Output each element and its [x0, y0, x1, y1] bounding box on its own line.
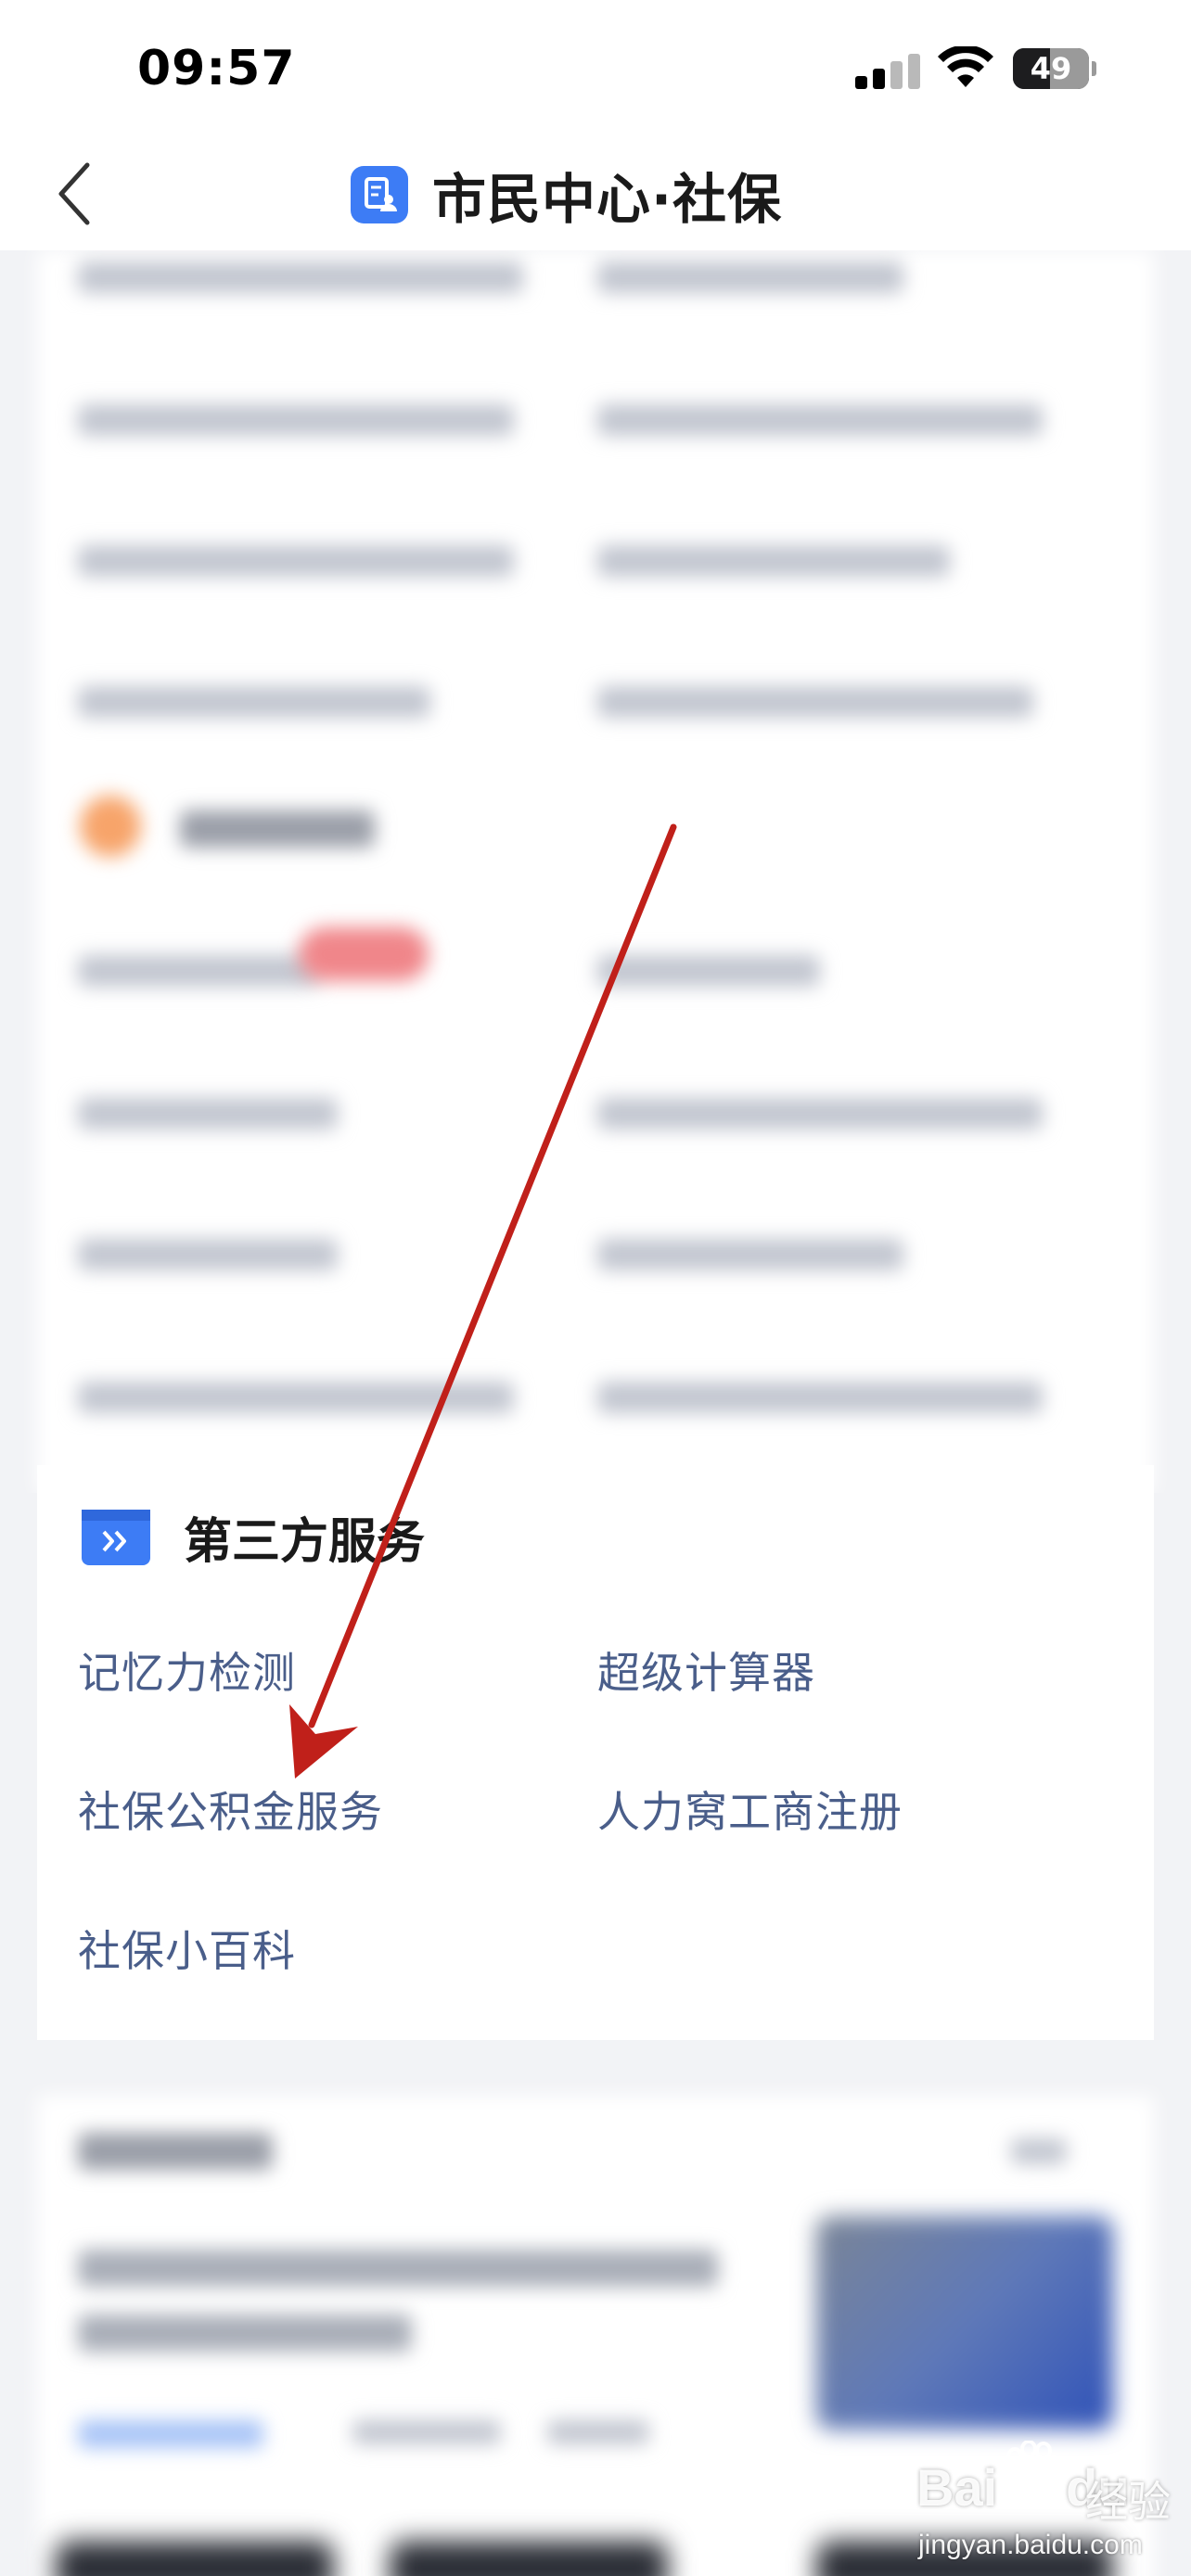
blurred-news-line: [78, 2250, 718, 2287]
forward-double-arrow-icon: [82, 1509, 150, 1565]
service-business-registration[interactable]: 人力窝工商注册: [597, 1779, 903, 1840]
status-bar: 09:57 49: [0, 0, 1191, 139]
service-super-calculator[interactable]: 超级计算器: [597, 1639, 815, 1701]
document-person-icon: [351, 166, 408, 223]
service-social-security-fund[interactable]: 社保公积金服务: [78, 1779, 383, 1840]
blurred-news-thumbnail: [816, 2216, 1113, 2429]
blurred-row: [597, 686, 1033, 718]
blurred-row: [78, 404, 514, 436]
nav-bar: 市民中心·社保: [0, 139, 1191, 250]
blurred-news-tag: [78, 2420, 263, 2448]
blurred-news-meta: [352, 2420, 501, 2444]
blurred-row: [597, 404, 1043, 436]
service-social-security-wiki[interactable]: 社保小百科: [78, 1918, 296, 1979]
blurred-row: [78, 261, 523, 293]
blurred-card: [37, 250, 1154, 1493]
cellular-signal-icon: [855, 54, 920, 89]
blurred-row: [78, 545, 514, 577]
blurred-row: [78, 1098, 338, 1129]
blurred-row: [597, 1382, 1043, 1413]
blurred-thumbnail: [56, 2541, 334, 2576]
blurred-heading: [78, 2133, 273, 2170]
battery-level: 49: [1030, 51, 1072, 86]
blurred-row: [597, 1098, 1043, 1129]
page-title-group: 市民中心·社保: [351, 156, 782, 234]
blurred-row: [78, 1382, 514, 1413]
blurred-row: [597, 545, 950, 577]
battery-icon: 49: [1013, 48, 1096, 89]
blurred-badge: [299, 927, 429, 981]
blurred-more: [1011, 2138, 1067, 2164]
blurred-row: [597, 261, 903, 293]
third-party-services-card: 第三方服务 记忆力检测 超级计算器 社保公积金服务 人力窝工商注册 社保小百科: [37, 1465, 1154, 2040]
page-title: 市民中心·社保: [432, 168, 783, 231]
blurred-row: [78, 955, 319, 987]
blurred-section-title: [180, 810, 375, 848]
blurred-content-area: [0, 250, 1191, 1493]
blurred-news-line: [78, 2315, 412, 2352]
section-header: 第三方服务: [82, 1502, 425, 1572]
blurred-row: [597, 1239, 903, 1270]
blurred-news-meta: [547, 2420, 649, 2444]
blurred-thumbnail: [390, 2541, 668, 2576]
blurred-row: [78, 1239, 338, 1270]
service-memory-test[interactable]: 记忆力检测: [78, 1639, 296, 1701]
chevron-left-icon[interactable]: [52, 159, 98, 228]
wifi-icon: [938, 46, 993, 87]
blurred-row: [597, 955, 820, 987]
status-time: 09:57: [137, 41, 296, 96]
baidu-jingyan-watermark: Bai du 经验 jingyan.baidu.com: [909, 2441, 1178, 2570]
section-title: 第三方服务: [184, 1514, 426, 1570]
paw-icon: [1006, 2441, 1061, 2496]
blurred-section-icon: [80, 796, 141, 857]
blurred-row: [78, 686, 430, 718]
